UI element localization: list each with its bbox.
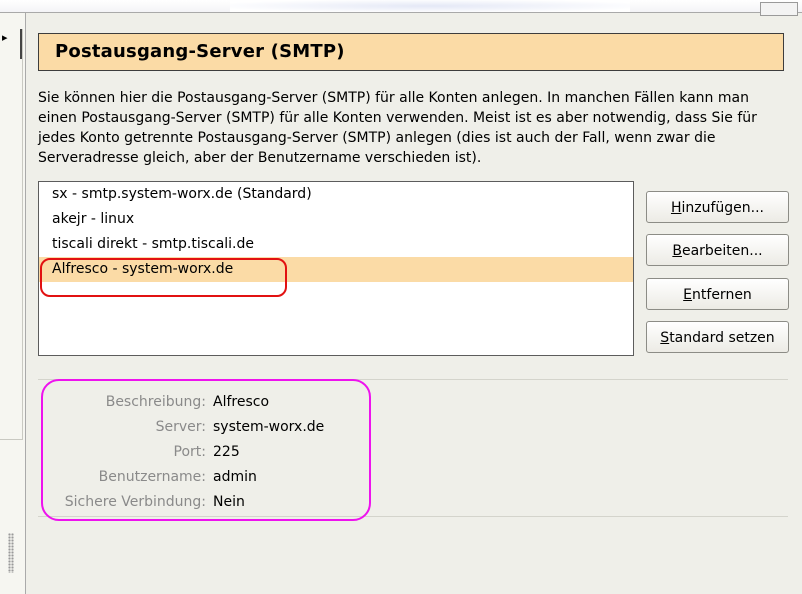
username-value: admin <box>213 469 257 485</box>
remove-accel: E <box>683 287 693 303</box>
account-tree-list[interactable] <box>0 29 23 440</box>
set-default-button[interactable]: Standard setzen <box>646 321 789 353</box>
secure-connection-value: Nein <box>213 494 245 510</box>
add-accel: H <box>670 200 682 216</box>
description-label: Beschreibung: <box>105 394 206 410</box>
page-title: Postausgang-Server (SMTP) <box>55 41 345 62</box>
smtp-server-list[interactable]: sx - smtp.system-worx.de (Standard) akej… <box>38 181 634 356</box>
window-top-bar <box>0 0 802 16</box>
remove-button[interactable]: Entfernen <box>646 278 789 310</box>
port-label: Port: <box>173 444 206 460</box>
add-button[interactable]: Hinzufügen... <box>646 191 789 223</box>
edit-accel: B <box>672 243 682 259</box>
server-details: Beschreibung: Alfresco Server: system-wo… <box>38 379 788 517</box>
username-label: Benutzername: <box>98 469 206 485</box>
page-title-bar: Postausgang-Server (SMTP) <box>38 33 784 71</box>
list-item[interactable]: sx - smtp.system-worx.de (Standard) <box>39 182 633 207</box>
edit-button[interactable]: Bearbeiten... <box>646 234 789 266</box>
edit-label: earbeiten... <box>681 243 763 259</box>
description-text: Sie können hier die Postausgang-Server (… <box>38 90 757 166</box>
list-item[interactable]: tiscali direkt - smtp.tiscali.de <box>39 232 633 257</box>
default-label: tandard setzen <box>669 330 775 346</box>
remove-label: ntfernen <box>692 287 752 303</box>
server-label: Server: <box>155 419 206 435</box>
list-item-selected[interactable]: Alfresco - system-worx.de <box>39 257 633 282</box>
tree-expand-icon[interactable]: ▸ <box>2 29 22 59</box>
add-label: inzufügen... <box>681 200 765 216</box>
top-bar-highlight <box>230 0 630 12</box>
secure-connection-label: Sichere Verbindung: <box>64 494 206 510</box>
description-value: Alfresco <box>213 394 270 410</box>
port-value: 225 <box>213 444 240 460</box>
splitter-grip-icon[interactable] <box>8 533 14 573</box>
default-accel: S <box>660 330 670 346</box>
account-tree-pane: ▸ <box>0 13 26 594</box>
list-item[interactable]: akejr - linux <box>39 207 633 232</box>
smtp-settings-panel: Postausgang-Server (SMTP) Sie können hie… <box>26 13 802 594</box>
server-value: system-worx.de <box>213 419 325 435</box>
